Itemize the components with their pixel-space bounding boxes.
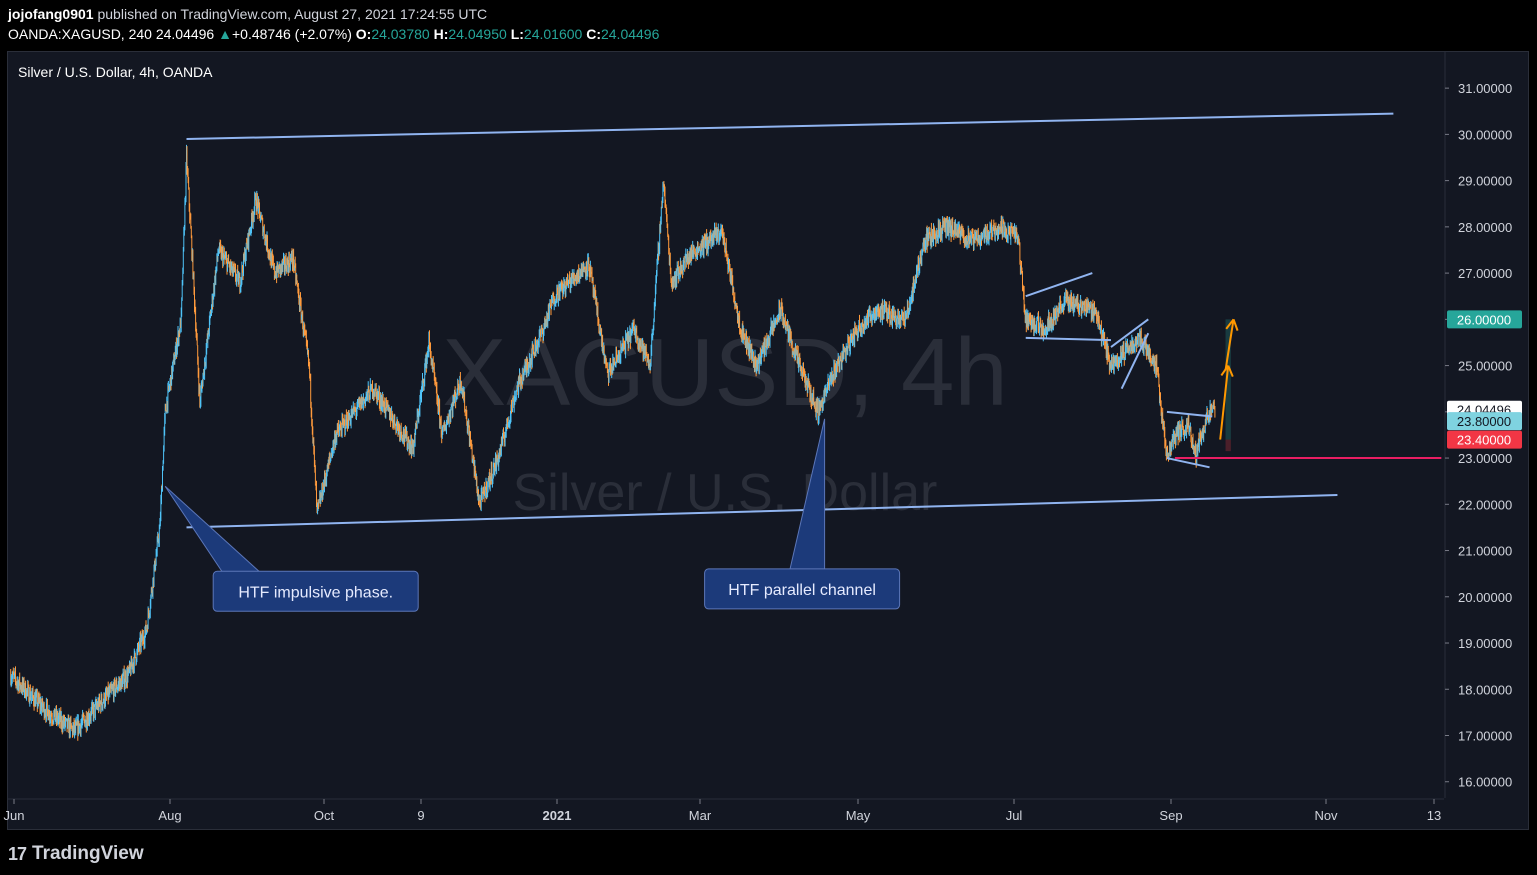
- price-labels: 26.0000024.0449623.8000023.40000: [1447, 310, 1522, 449]
- wedge-bottom[interactable]: [1166, 457, 1210, 469]
- x-tick-label: 9: [417, 808, 424, 823]
- channel-top[interactable]: [186, 112, 1394, 141]
- x-tick-label: Jun: [4, 808, 25, 823]
- y-tick-label: 29.00000: [1458, 174, 1512, 189]
- price-label: 26.00000: [1447, 310, 1522, 329]
- tradingview-logo-icon: 17: [8, 843, 27, 864]
- price-label-text: 23.40000: [1457, 433, 1511, 448]
- y-tick-label: 28.00000: [1458, 220, 1512, 235]
- flag1-bottom[interactable]: [1025, 336, 1112, 342]
- price-label: 23.80000: [1447, 412, 1522, 431]
- y-tick-label: 16.00000: [1458, 775, 1512, 790]
- y-tick-label: 25.00000: [1458, 359, 1512, 374]
- price-chart[interactable]: XAGUSD, 4hSilver / U.S. Dollar HTF impul…: [0, 0, 1537, 875]
- price-label-text: 26.00000: [1457, 312, 1511, 327]
- callout-text: HTF impulsive phase.: [238, 584, 393, 601]
- y-tick-label: 19.00000: [1458, 636, 1512, 651]
- x-tick-label: 13: [1427, 808, 1441, 823]
- axes: 31.00000 30.00000 29.00000 28.00000 27.00000…: [4, 52, 1512, 823]
- y-tick-label: 23.00000: [1458, 451, 1512, 466]
- callout-note[interactable]: HTF impulsive phase.: [164, 485, 419, 612]
- x-tick-label: 2021: [543, 808, 572, 823]
- y-tick-label: 20.00000: [1458, 590, 1512, 605]
- y-tick-label: 18.00000: [1458, 682, 1512, 697]
- price-label: 23.40000: [1447, 430, 1522, 449]
- x-tick-label: May: [846, 808, 871, 823]
- footer-brand[interactable]: 17 TradingView: [8, 842, 144, 866]
- x-tick-label: Mar: [689, 808, 712, 823]
- y-tick-label: 30.00000: [1458, 127, 1512, 142]
- y-tick-label: 22.00000: [1458, 497, 1512, 512]
- x-tick-label: Nov: [1314, 808, 1338, 823]
- wedge-top[interactable]: [1166, 410, 1213, 418]
- watermark-name: Silver / U.S. Dollar: [513, 464, 938, 522]
- x-tick-label: Aug: [158, 808, 181, 823]
- flag1-top[interactable]: [1025, 272, 1093, 298]
- price-label-text: 23.80000: [1457, 414, 1511, 429]
- y-tick-label: 21.00000: [1458, 544, 1512, 559]
- y-tick-label: 17.00000: [1458, 729, 1512, 744]
- watermark: XAGUSD, 4hSilver / U.S. Dollar: [442, 319, 1008, 522]
- callout-text: HTF parallel channel: [728, 582, 876, 599]
- y-tick-label: 31.00000: [1458, 81, 1512, 96]
- candles: [10, 144, 1216, 741]
- chart-title: Silver / U.S. Dollar, 4h, OANDA: [18, 64, 213, 80]
- x-tick-label: Sep: [1159, 808, 1182, 823]
- x-tick-label: Jul: [1006, 808, 1023, 823]
- brand-name: TradingView: [32, 843, 144, 864]
- position-stop-zone[interactable]: [1225, 439, 1231, 452]
- x-tick-label: Oct: [314, 808, 335, 823]
- y-tick-label: 27.00000: [1458, 266, 1512, 281]
